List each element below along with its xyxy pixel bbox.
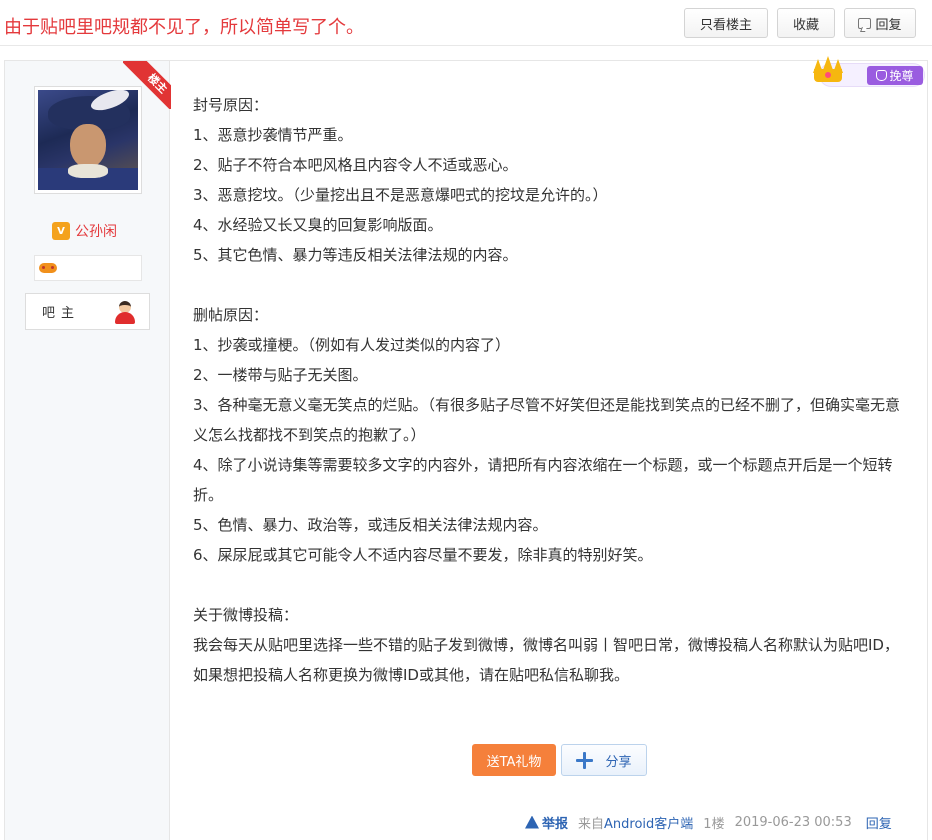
section-title: 关于微博投稿： — [193, 606, 299, 624]
role-label: 吧主 — [42, 306, 81, 321]
crown-badge: 挽尊 — [799, 53, 925, 89]
list-item: 4、除了小说诗集等需要较多文字的内容外，请把所有内容浓缩在一个标题，或一个标题点… — [193, 456, 893, 504]
client-link[interactable]: Android客户端 — [604, 817, 693, 832]
crown-icon — [811, 56, 845, 86]
medal-box — [34, 255, 142, 281]
hand-icon — [876, 70, 888, 81]
vip-icon: V — [52, 222, 70, 240]
from-prefix: 来自 — [578, 816, 605, 832]
list-item: 3、恶意挖坟。（少量挖出且不是恶意爆吧式的挖坟是允许的。） — [193, 186, 608, 204]
post: 楼主 V 公孙闲 吧主 挽尊 封号原因： 1、恶意抄袭情节严重。 2、贴子不符合… — [4, 56, 928, 840]
plus-icon — [576, 751, 594, 769]
list-item: 5、色情、暴力、政治等，或违反相关法律法规内容。 — [193, 516, 548, 534]
client-source: 来自Android客户端 — [578, 813, 693, 832]
section-title: 封号原因： — [193, 96, 269, 114]
warning-icon — [525, 815, 539, 829]
floor-number: 1楼 — [703, 816, 725, 832]
thread-title: 由于贴吧里吧规都不见了，所以简单写了个。 — [4, 17, 364, 38]
username-link[interactable]: 公孙闲 — [75, 221, 117, 241]
thread-header: 由于贴吧里吧规都不见了，所以简单写了个。 只看楼主 收藏 回复 — [0, 0, 932, 46]
pick-button-label: 挽尊 — [889, 69, 914, 83]
post-tail: 举报 来自Android客户端 1楼 2019-06-23 00:53 回复 — [525, 812, 892, 832]
report-label: 举报 — [542, 816, 569, 832]
favorite-button[interactable]: 收藏 — [777, 8, 835, 38]
post-time: 2019-06-23 00:53 — [734, 814, 852, 830]
list-item: 2、一楼带与贴子无关图。 — [193, 366, 368, 384]
gamepad-icon[interactable] — [39, 263, 57, 273]
reply-icon — [858, 17, 872, 29]
author-panel: 楼主 V 公孙闲 吧主 — [5, 61, 171, 840]
role-badge: 吧主 — [25, 293, 150, 330]
share-button-label: 分享 — [605, 754, 632, 770]
report-button[interactable]: 举报 — [525, 813, 568, 832]
reply-link[interactable]: 回复 — [866, 813, 892, 832]
section-title: 删帖原因： — [193, 306, 269, 324]
list-item: 1、恶意抄袭情节严重。 — [193, 126, 353, 144]
reply-button[interactable]: 回复 — [844, 8, 916, 38]
list-item: 1、抄袭或撞梗。（例如有人发过类似的内容了） — [193, 336, 511, 354]
reply-button-label: 回复 — [875, 17, 902, 33]
list-item: 2、贴子不符合本吧风格且内容令人不适或恶心。 — [193, 156, 518, 174]
list-item: 6、屎尿屁或其它可能令人不适内容尽量不要发，除非真的特别好笑。 — [193, 546, 653, 564]
page: 由于贴吧里吧规都不见了，所以简单写了个。 只看楼主 收藏 回复 楼主 V 公孙闲 — [0, 0, 932, 840]
weibo-paragraph: 我会每天从贴吧里选择一些不错的贴子发到微博，微博名叫弱丨智吧日常，微博投稿人名称… — [193, 636, 899, 684]
admin-avatar-icon — [114, 299, 136, 325]
share-button[interactable]: 分享 — [561, 744, 647, 776]
list-item: 4、水经验又长又臭的回复影响版面。 — [193, 216, 443, 234]
list-item: 5、其它色情、暴力等违反相关法律法规的内容。 — [193, 246, 518, 264]
username-row: V 公孙闲 — [52, 221, 117, 241]
list-item: 3、各种毫无意义毫无笑点的烂贴。（有很多贴子尽管不好笑但还是能找到笑点的已经不删… — [193, 396, 901, 444]
post-content: 封号原因： 1、恶意抄袭情节严重。 2、贴子不符合本吧风格且内容令人不适或恶心。… — [193, 90, 913, 690]
avatar-image — [38, 90, 138, 190]
avatar[interactable] — [34, 86, 142, 194]
gift-button[interactable]: 送TA礼物 — [472, 744, 556, 776]
only-op-button[interactable]: 只看楼主 — [684, 8, 768, 38]
pick-button[interactable]: 挽尊 — [867, 66, 923, 85]
